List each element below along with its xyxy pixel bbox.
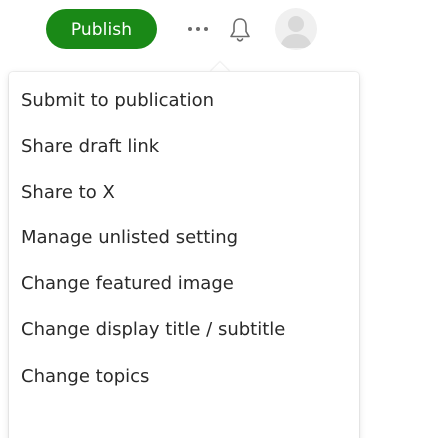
publish-button[interactable]: Publish (46, 9, 157, 49)
menu-item-change-featured-image[interactable]: Change featured image (21, 265, 234, 301)
notifications-button[interactable] (227, 14, 253, 44)
more-options-menu: Submit to publication Share draft link S… (9, 72, 359, 438)
menu-item-share-to-x[interactable]: Share to X (21, 174, 115, 210)
publish-button-label: Publish (70, 19, 133, 40)
editor-header-page: Publish Submit to publication Share draf… (0, 0, 442, 438)
menu-item-share-draft-link[interactable]: Share draft link (21, 128, 159, 164)
menu-item-submit-to-publication[interactable]: Submit to publication (21, 82, 214, 118)
menu-item-manage-unlisted-setting[interactable]: Manage unlisted setting (21, 219, 238, 255)
bell-icon (230, 18, 250, 42)
avatar[interactable] (275, 8, 317, 50)
more-options-button[interactable] (187, 20, 209, 38)
menu-item-change-topics[interactable]: Change topics (21, 358, 149, 394)
more-horizontal-icon (188, 27, 208, 31)
user-avatar-icon (280, 16, 312, 48)
menu-item-change-display-title-subtitle[interactable]: Change display title / subtitle (21, 311, 285, 347)
